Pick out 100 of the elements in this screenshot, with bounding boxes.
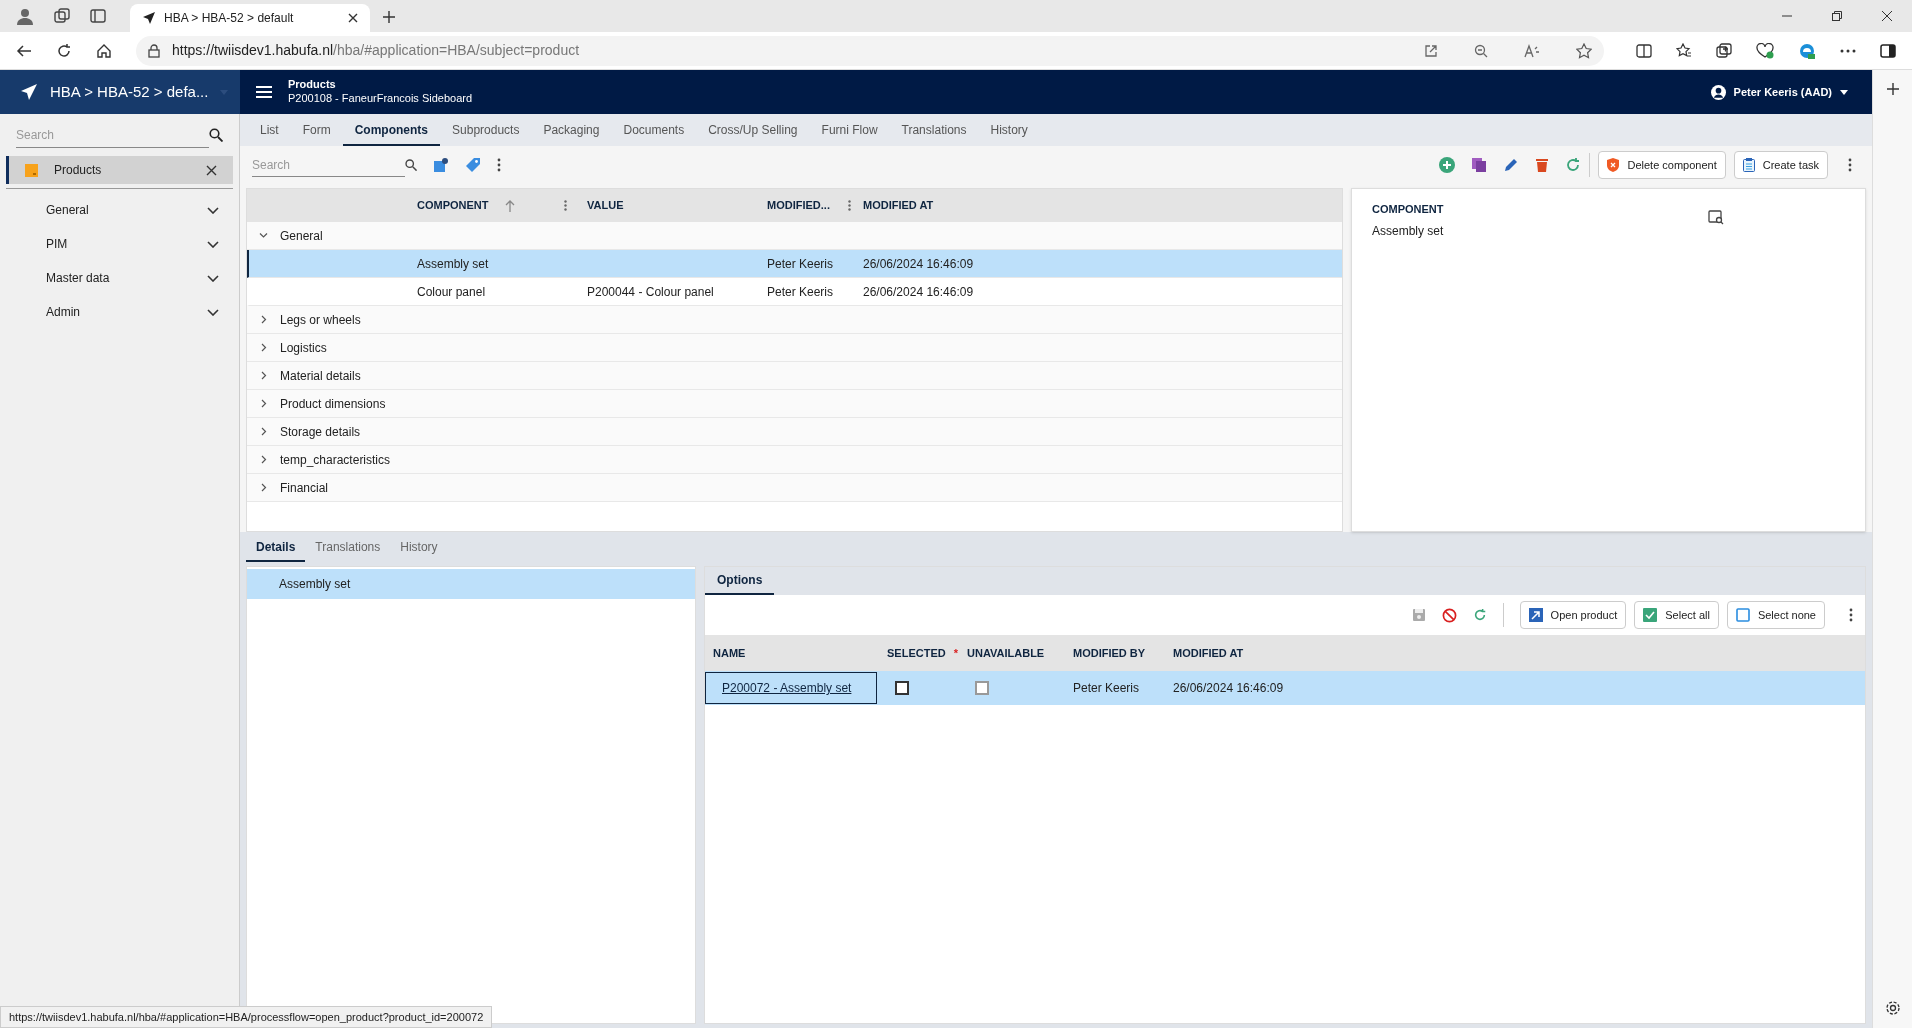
open-app-icon[interactable]	[1424, 43, 1438, 58]
shield-icon	[1607, 158, 1620, 172]
favorites-icon[interactable]	[1676, 42, 1692, 59]
nav-item[interactable]: Admin	[0, 295, 239, 329]
tab[interactable]: Translations	[889, 116, 979, 146]
nav-item[interactable]: PIM	[0, 227, 239, 261]
tab[interactable]: Documents	[611, 116, 697, 146]
sort-ascending-icon[interactable]	[504, 199, 515, 212]
group-label[interactable]: temp_characteristics	[280, 450, 391, 469]
column-header[interactable]: VALUE	[587, 197, 624, 214]
list-item[interactable]: Assembly set	[247, 569, 695, 599]
group-label[interactable]: Legs or wheels	[280, 310, 361, 329]
options-row[interactable]: P200072 - Assembly set Peter Keeris 26/06/2024 16:46:09	[705, 671, 1865, 705]
nav-item[interactable]: Master data	[0, 261, 239, 295]
grid-settings-icon[interactable]	[433, 157, 449, 173]
new-tab-icon[interactable]	[382, 10, 396, 24]
chevron-icon[interactable]	[259, 399, 268, 408]
toolbar-button[interactable]: Create task	[1733, 151, 1828, 179]
user-menu[interactable]: Peter Keeris (AAD)	[1710, 83, 1848, 101]
more-icon[interactable]	[1840, 48, 1856, 53]
column-header[interactable]: NAME	[713, 644, 746, 662]
toolbar-button[interactable]: Delete component	[1598, 151, 1726, 179]
column-menu-icon[interactable]	[564, 200, 567, 211]
group-label[interactable]: Logistics	[280, 338, 327, 357]
more-icon[interactable]	[497, 158, 501, 172]
sidebar-toggle-icon[interactable]	[1880, 43, 1896, 58]
product-link[interactable]: P200072 - Assembly set	[705, 672, 877, 704]
tag-icon[interactable]	[465, 157, 481, 173]
chevron-icon[interactable]	[259, 427, 268, 436]
toolbar-button[interactable]: Select all	[1634, 601, 1719, 629]
edge-copilot-icon[interactable]	[1798, 41, 1816, 60]
pencil-icon[interactable]	[1503, 157, 1520, 173]
nav-item[interactable]: General	[0, 193, 239, 227]
chevron-icon[interactable]	[259, 483, 268, 492]
chevron-icon[interactable]	[259, 455, 268, 464]
trash-icon[interactable]	[1535, 157, 1550, 173]
heartbeat-icon[interactable]	[1756, 42, 1774, 59]
address-bar[interactable]: https://twiisdev1.habufa.nl/hba/#application=HBA/subject=product	[136, 35, 1604, 66]
collections-icon[interactable]	[1716, 42, 1732, 59]
menu-icon[interactable]	[256, 86, 272, 98]
tab[interactable]: Furni Flow	[809, 116, 890, 146]
tab[interactable]: History	[390, 534, 448, 562]
back-icon[interactable]	[16, 42, 32, 59]
chevron-icon[interactable]	[259, 343, 268, 352]
add-icon[interactable]	[1439, 157, 1456, 173]
close-icon[interactable]	[1882, 11, 1892, 21]
open-item[interactable]: Products	[6, 156, 233, 184]
zoom-out-icon[interactable]	[1474, 43, 1488, 58]
search-field[interactable]: Search	[16, 122, 209, 148]
group-label[interactable]: Material details	[280, 366, 361, 385]
tab[interactable]: Packaging	[531, 116, 612, 146]
group-label[interactable]: Product dimensions	[280, 394, 386, 413]
tab[interactable]: Options	[705, 567, 775, 595]
tab[interactable]: History	[978, 116, 1040, 146]
close-icon[interactable]	[348, 13, 358, 23]
more-icon[interactable]	[1849, 608, 1853, 622]
add-icon[interactable]	[1885, 82, 1900, 96]
column-header[interactable]: MODIFIED AT	[1173, 644, 1244, 662]
grid-row[interactable]: Assembly set Peter Keeris 26/06/2024 16:46:09	[247, 250, 1342, 278]
app-brand-bar[interactable]: HBA > HBA-52 > defa...	[0, 70, 240, 114]
column-menu-icon[interactable]	[848, 200, 851, 211]
close-icon[interactable]	[206, 164, 217, 176]
toolbar-button[interactable]: Select none	[1726, 601, 1825, 629]
group-label[interactable]: Financial	[280, 478, 329, 497]
workspaces-icon[interactable]	[54, 8, 70, 24]
tab[interactable]: Cross/Up Selling	[696, 116, 810, 146]
column-header[interactable]: MODIFIED AT	[863, 197, 934, 214]
table-cell: Peter Keeris	[767, 284, 834, 299]
toolbar-button[interactable]: Open product	[1519, 601, 1627, 629]
home-icon[interactable]	[96, 42, 112, 59]
profile-icon[interactable]	[16, 7, 34, 25]
tab-actions-icon[interactable]	[90, 8, 106, 24]
copy-icon[interactable]	[1471, 157, 1488, 173]
tab[interactable]: Form	[290, 116, 343, 146]
settings-icon[interactable]	[1884, 1000, 1901, 1016]
column-header[interactable]: SELECTED	[887, 644, 946, 662]
browser-tab[interactable]: HBA > HBA-52 > default	[130, 4, 370, 32]
chevron-icon[interactable]	[259, 315, 268, 324]
refresh-icon[interactable]	[56, 42, 72, 59]
more-icon[interactable]	[1848, 158, 1852, 172]
chevron-icon[interactable]	[259, 371, 268, 380]
group-label[interactable]: Storage details	[280, 422, 361, 441]
read-aloud-icon[interactable]	[1524, 43, 1540, 58]
tab[interactable]: List	[248, 116, 291, 146]
split-screen-icon[interactable]	[1636, 42, 1652, 59]
column-header[interactable]: MODIFIED...	[767, 197, 830, 214]
chevron-icon[interactable]	[259, 231, 268, 240]
tab[interactable]: Subproducts	[440, 116, 532, 146]
search-field[interactable]: Search	[252, 153, 405, 177]
checkbox[interactable]	[895, 681, 909, 695]
tab[interactable]: Translations	[305, 534, 391, 562]
preview-icon[interactable]	[1708, 209, 1724, 225]
group-label[interactable]: General	[280, 226, 323, 245]
column-header[interactable]: MODIFIED BY	[1073, 644, 1146, 662]
app-title: HBA > HBA-52 > defa...	[50, 81, 209, 102]
column-header[interactable]: UNAVAILABLE	[967, 644, 1045, 662]
restore-icon[interactable]	[1832, 11, 1842, 21]
star-icon[interactable]	[1576, 42, 1592, 59]
column-header[interactable]: COMPONENT	[417, 197, 489, 214]
cancel-icon[interactable]	[1441, 607, 1457, 623]
